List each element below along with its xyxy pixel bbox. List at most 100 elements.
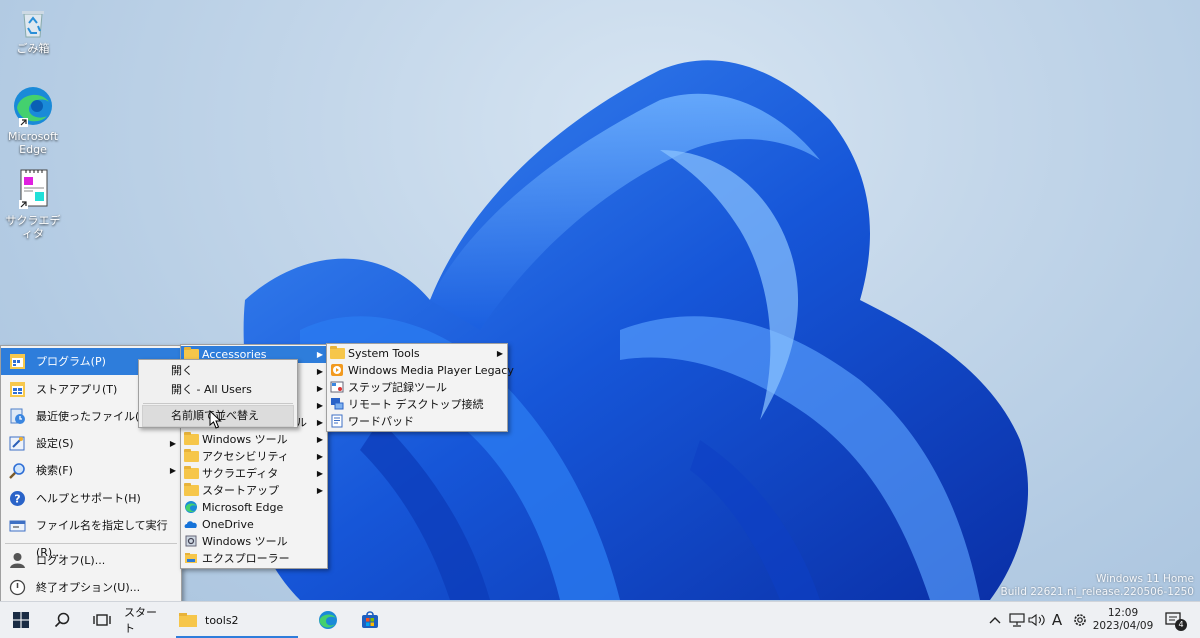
edge-icon: [184, 500, 198, 514]
wordpad-icon: [330, 414, 344, 428]
gear-icon: [1074, 614, 1086, 626]
start-menu-item-label: ログオフ(L)...: [36, 554, 106, 567]
tray-clock[interactable]: 12:09 2023/04/09: [1093, 602, 1154, 638]
remote-desktop-icon: [330, 397, 344, 411]
programs-item-onedrive[interactable]: OneDrive: [181, 516, 327, 533]
programs-item-windows-tools-folder[interactable]: Windows ツール ▶: [181, 431, 327, 448]
chevron-right-icon: ▶: [316, 469, 323, 478]
chevron-right-icon: ▶: [316, 435, 323, 444]
programs-item-label: アクセシビリティ: [202, 450, 289, 463]
start-menu-item-label: 終了オプション(U)...: [36, 581, 141, 594]
accessories-item-system-tools[interactable]: System Tools ▶: [327, 345, 507, 362]
folder-icon: [184, 466, 199, 479]
start-menu-item-search[interactable]: 検索(F) ▶: [1, 457, 181, 484]
user-icon: [9, 552, 26, 569]
start-menu-item-logoff[interactable]: ログオフ(L)...: [1, 547, 181, 574]
search-icon: [9, 462, 26, 479]
taskbar-search-button[interactable]: [48, 602, 76, 638]
taskbar-window-label: tools2: [205, 613, 239, 627]
help-icon: ?: [9, 490, 26, 507]
desktop-icon-label: Microsoft Edge: [7, 130, 59, 156]
desktop-icon-sakura-editor[interactable]: サクラエディタ: [1, 168, 65, 240]
watermark-edition: Windows 11 Home: [1096, 573, 1194, 585]
chevron-right-icon: ▶: [316, 367, 323, 376]
programs-item-label: サクラエディタ: [202, 467, 279, 480]
task-view-button[interactable]: [88, 602, 116, 638]
recent-files-icon: [9, 408, 26, 425]
chevron-up-icon: [989, 617, 1001, 624]
accessories-item-label: リモート デスクトップ接続: [348, 398, 484, 411]
sakura-editor-icon: [11, 168, 55, 212]
tray-ime-mode[interactable]: A: [1047, 602, 1067, 638]
start-label: スタート: [124, 606, 157, 635]
recycle-bin-icon: [16, 6, 50, 40]
programs-item-accessibility[interactable]: アクセシビリティ ▶: [181, 448, 327, 465]
programs-item-sakura-editor[interactable]: サクラエディタ ▶: [181, 465, 327, 482]
taskbar-edge-button[interactable]: [314, 602, 342, 638]
chevron-right-icon: ▶: [316, 486, 323, 495]
windows-version-watermark: Windows 11 Home Build 22621.ni_release.2…: [1001, 573, 1194, 599]
start-menu-item-label: ストアアプリ(T): [36, 383, 118, 396]
search-icon: [54, 612, 70, 628]
context-item-open-all-users[interactable]: 開く - All Users: [139, 380, 297, 400]
tray-notifications[interactable]: 4: [1160, 602, 1188, 638]
onedrive-icon: [184, 517, 198, 531]
speaker-icon: [1028, 613, 1045, 627]
start-menu-item-label: 検索(F): [36, 464, 73, 477]
context-item-open[interactable]: 開く: [139, 361, 297, 381]
desktop-icon-edge[interactable]: Microsoft Edge: [1, 84, 65, 156]
network-icon: [1009, 613, 1025, 627]
explorer-icon: [184, 551, 198, 565]
accessories-item-label: ワードパッド: [348, 415, 414, 428]
tray-network[interactable]: [1007, 602, 1027, 638]
start-menu-item-shutdown[interactable]: 終了オプション(U)...: [1, 574, 181, 601]
folder-icon: [179, 613, 197, 627]
chevron-right-icon: ▶: [316, 401, 323, 410]
start-menu-item-run[interactable]: ファイル名を指定して実行(R)...: [1, 512, 181, 559]
folder-icon: [330, 346, 345, 359]
accessories-item-label: ステップ記録ツール: [348, 381, 447, 394]
windows-logo-icon: [13, 612, 29, 628]
notification-count-badge: 4: [1175, 619, 1187, 631]
store-icon: [362, 611, 378, 628]
steps-recorder-icon: [330, 380, 344, 394]
chevron-right-icon: ▶: [316, 452, 323, 461]
tray-settings[interactable]: [1069, 602, 1091, 638]
folder-icon: [184, 483, 199, 496]
chevron-right-icon: ▶: [316, 418, 323, 427]
programs-item-startup[interactable]: スタートアップ ▶: [181, 482, 327, 499]
start-menu-item-settings[interactable]: 設定(S) ▶: [1, 430, 181, 457]
tray-show-hidden-icons[interactable]: [985, 602, 1005, 638]
accessories-item-wordpad[interactable]: ワードパッド: [327, 413, 507, 430]
chevron-right-icon: ▶: [316, 384, 323, 393]
accessories-item-remote-desktop[interactable]: リモート デスクトップ接続: [327, 396, 507, 413]
start-label-button[interactable]: スタート: [124, 602, 166, 638]
desktop-icon-recycle-bin[interactable]: ごみ箱: [1, 6, 65, 55]
start-button[interactable]: [6, 602, 36, 638]
programs-item-explorer[interactable]: エクスプローラー: [181, 550, 327, 567]
ime-mode-label: A: [1051, 611, 1063, 629]
taskbar-window-tools2[interactable]: tools2: [172, 602, 302, 638]
accessories-item-media-player[interactable]: Windows Media Player Legacy: [327, 362, 514, 379]
accessories-item-steps-recorder[interactable]: ステップ記録ツール: [327, 379, 507, 396]
run-icon: [9, 517, 26, 534]
context-item-label: 開く - All Users: [171, 383, 252, 396]
programs-item-label: OneDrive: [202, 518, 254, 531]
chevron-right-icon: ▶: [316, 350, 323, 359]
watermark-build: Build 22621.ni_release.220506-1250: [1000, 586, 1194, 598]
taskbar-store-button[interactable]: [356, 602, 384, 638]
edge-icon: [11, 84, 55, 128]
svg-text:?: ?: [14, 493, 20, 506]
context-menu-separator: [143, 403, 293, 404]
tray-volume[interactable]: [1027, 602, 1047, 638]
start-menu-item-help[interactable]: ? ヘルプとサポート(H): [1, 485, 181, 512]
programs-item-edge[interactable]: Microsoft Edge: [181, 499, 327, 516]
mouse-cursor-icon: [209, 410, 222, 429]
chevron-right-icon: ▶: [169, 439, 176, 448]
accessories-item-label: System Tools: [348, 347, 420, 360]
chevron-right-icon: ▶: [496, 349, 503, 358]
programs-icon: [9, 353, 26, 370]
programs-item-windows-tools[interactable]: Windows ツール: [181, 533, 327, 550]
task-view-icon: [93, 614, 111, 626]
programs-item-label: Microsoft Edge: [202, 501, 284, 514]
